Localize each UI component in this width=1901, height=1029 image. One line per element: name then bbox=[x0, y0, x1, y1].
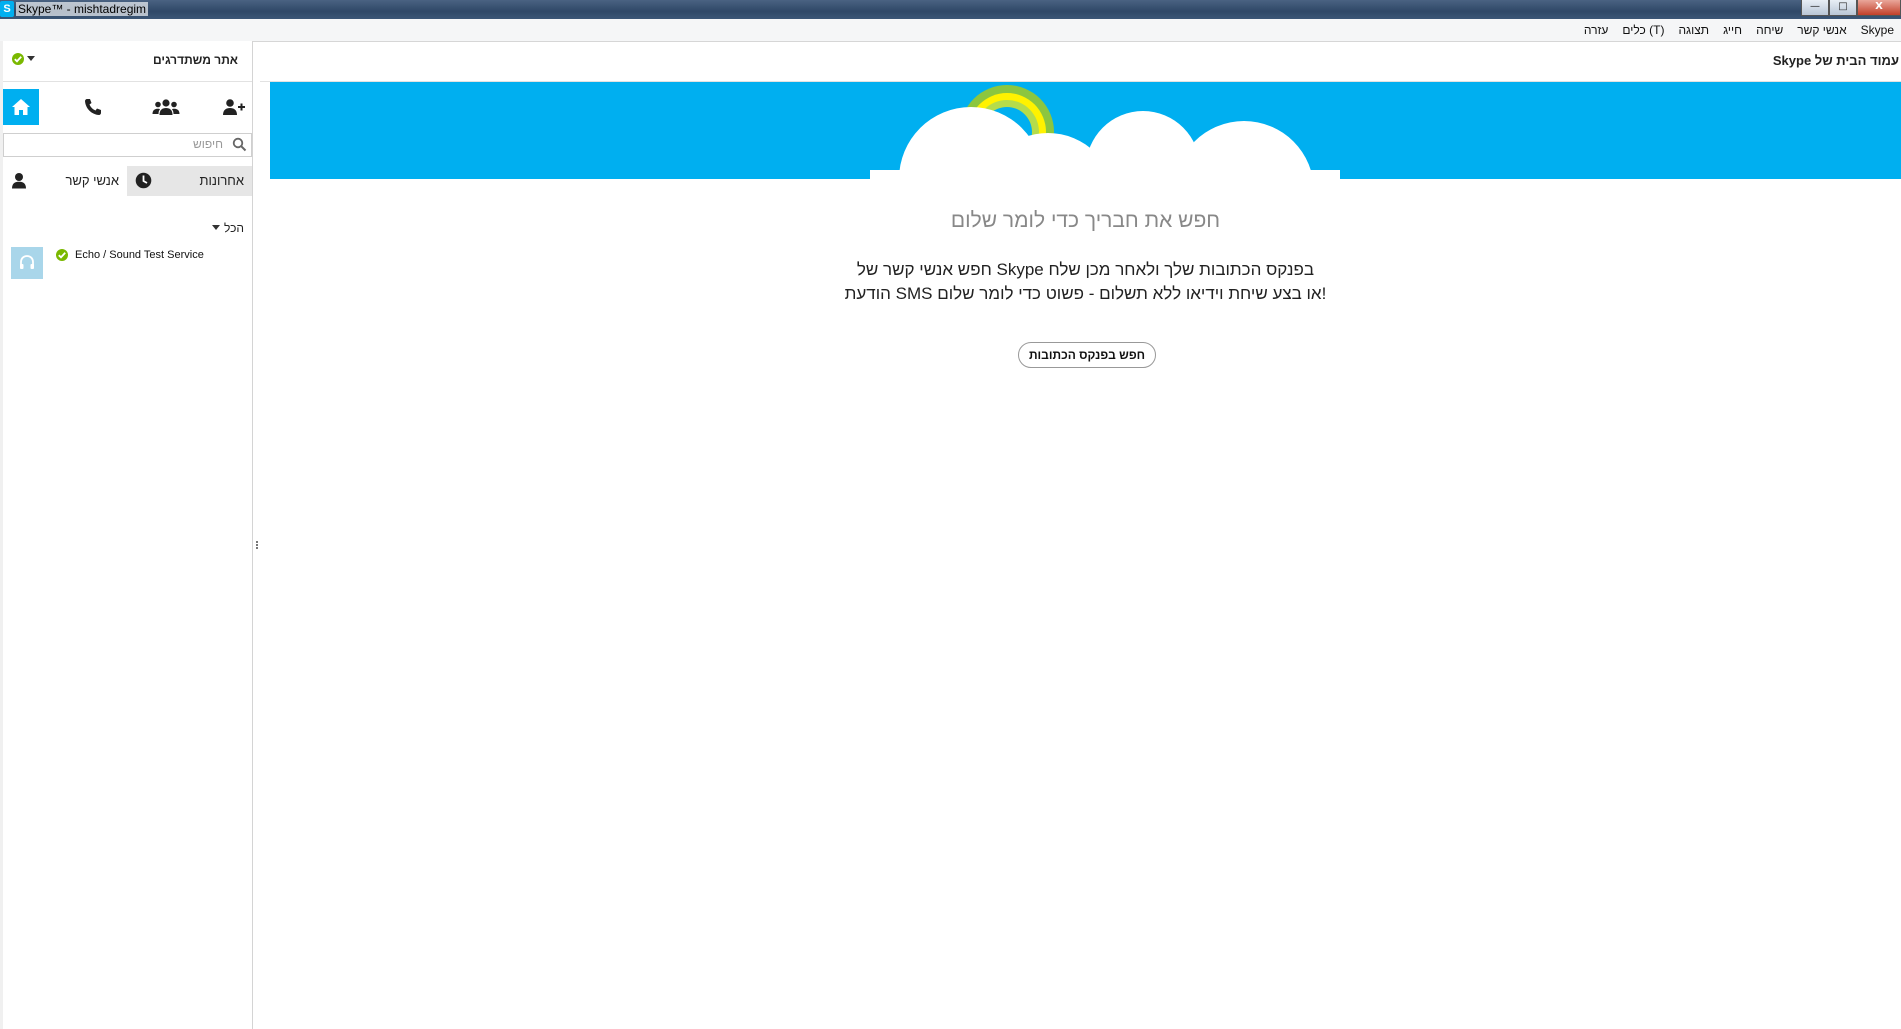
clouds-rainbow-illustration bbox=[870, 85, 1340, 179]
call-phone-button[interactable] bbox=[75, 89, 111, 125]
menu-help[interactable]: עזרה bbox=[1577, 23, 1616, 37]
add-contact-icon bbox=[223, 99, 245, 115]
search-address-book-button[interactable]: חפש בפנקס הכתובות bbox=[1018, 342, 1156, 368]
presence-online-icon bbox=[56, 249, 68, 261]
page-header: עמוד הבית של Skype bbox=[260, 41, 1901, 82]
chevron-down-icon bbox=[211, 225, 220, 230]
group-icon bbox=[152, 99, 180, 115]
tab-recent[interactable]: אחרונות bbox=[127, 166, 252, 196]
menu-view[interactable]: תצוגה bbox=[1671, 23, 1716, 37]
body-text-line-2: !או בצע שיחת וידיאו ללא תשלום - פשוט כדי… bbox=[844, 284, 1327, 303]
window-controls: — □ X bbox=[1801, 0, 1901, 17]
headline: חפש את חבריך כדי לומר שלום bbox=[950, 209, 1221, 232]
skype-home-banner bbox=[270, 82, 1901, 179]
search-box[interactable]: חיפוש bbox=[3, 133, 252, 157]
tab-contacts[interactable]: אנשי קשר bbox=[3, 166, 127, 196]
headset-icon bbox=[20, 255, 34, 269]
minimize-button[interactable]: — bbox=[1801, 0, 1829, 16]
close-button[interactable]: X bbox=[1857, 0, 1901, 16]
add-contact-button[interactable] bbox=[216, 89, 252, 125]
search-icon bbox=[232, 137, 247, 152]
menu-contacts[interactable]: אנשי קשר bbox=[1790, 23, 1853, 37]
contact-name: Echo / Sound Test Service bbox=[75, 249, 204, 261]
menu-bar: Skype אנשי קשר שיחה חייג תצוגה כלים (T) … bbox=[0, 19, 1901, 42]
filter-label: הכל bbox=[223, 221, 244, 235]
sidebar: אתר משתדרגים חיפוש אחרונות אנשי קשר הכל … bbox=[3, 41, 253, 1029]
title-bar: S Skype™ - mishtadregim — □ X bbox=[0, 0, 1901, 19]
profile-name[interactable]: אתר משתדרגים bbox=[153, 53, 238, 67]
menu-skype[interactable]: Skype bbox=[1854, 23, 1901, 37]
avatar bbox=[11, 247, 43, 279]
home-button[interactable] bbox=[3, 89, 39, 125]
phone-icon bbox=[85, 99, 101, 115]
tab-contacts-label: אנשי קשר bbox=[65, 173, 119, 188]
contacts-filter[interactable]: הכל bbox=[211, 221, 244, 235]
skype-app-icon[interactable]: S bbox=[0, 1, 14, 17]
sidebar-tabs: אחרונות אנשי קשר bbox=[3, 166, 252, 196]
presence-online-icon bbox=[12, 53, 24, 65]
create-group-button[interactable] bbox=[148, 89, 184, 125]
page-title: עמוד הבית של Skype bbox=[1772, 53, 1899, 68]
window-title: Skype™ - mishtadregim bbox=[16, 2, 149, 16]
panel-splitter-handle[interactable] bbox=[256, 540, 259, 552]
nav-toolbar bbox=[3, 89, 252, 127]
clock-icon bbox=[135, 172, 152, 189]
status-selector[interactable] bbox=[11, 52, 35, 66]
menu-tools[interactable]: כלים (T) bbox=[1615, 23, 1671, 37]
person-icon bbox=[12, 173, 26, 189]
search-placeholder: חיפוש bbox=[193, 137, 223, 151]
chevron-down-icon bbox=[27, 56, 35, 61]
contact-list-item[interactable]: Echo / Sound Test Service bbox=[11, 247, 246, 279]
tab-recent-label: אחרונות bbox=[199, 173, 244, 188]
maximize-button[interactable]: □ bbox=[1829, 0, 1857, 16]
menu-conversation[interactable]: שיחה bbox=[1749, 23, 1790, 37]
home-icon bbox=[12, 99, 30, 115]
body-text-line-1: בפנקס הכתובות שלך ולאחר מכן שלח Skype חפ… bbox=[856, 260, 1315, 279]
profile-bar: אתר משתדרגים bbox=[3, 41, 252, 82]
menu-call[interactable]: חייג bbox=[1716, 23, 1749, 37]
